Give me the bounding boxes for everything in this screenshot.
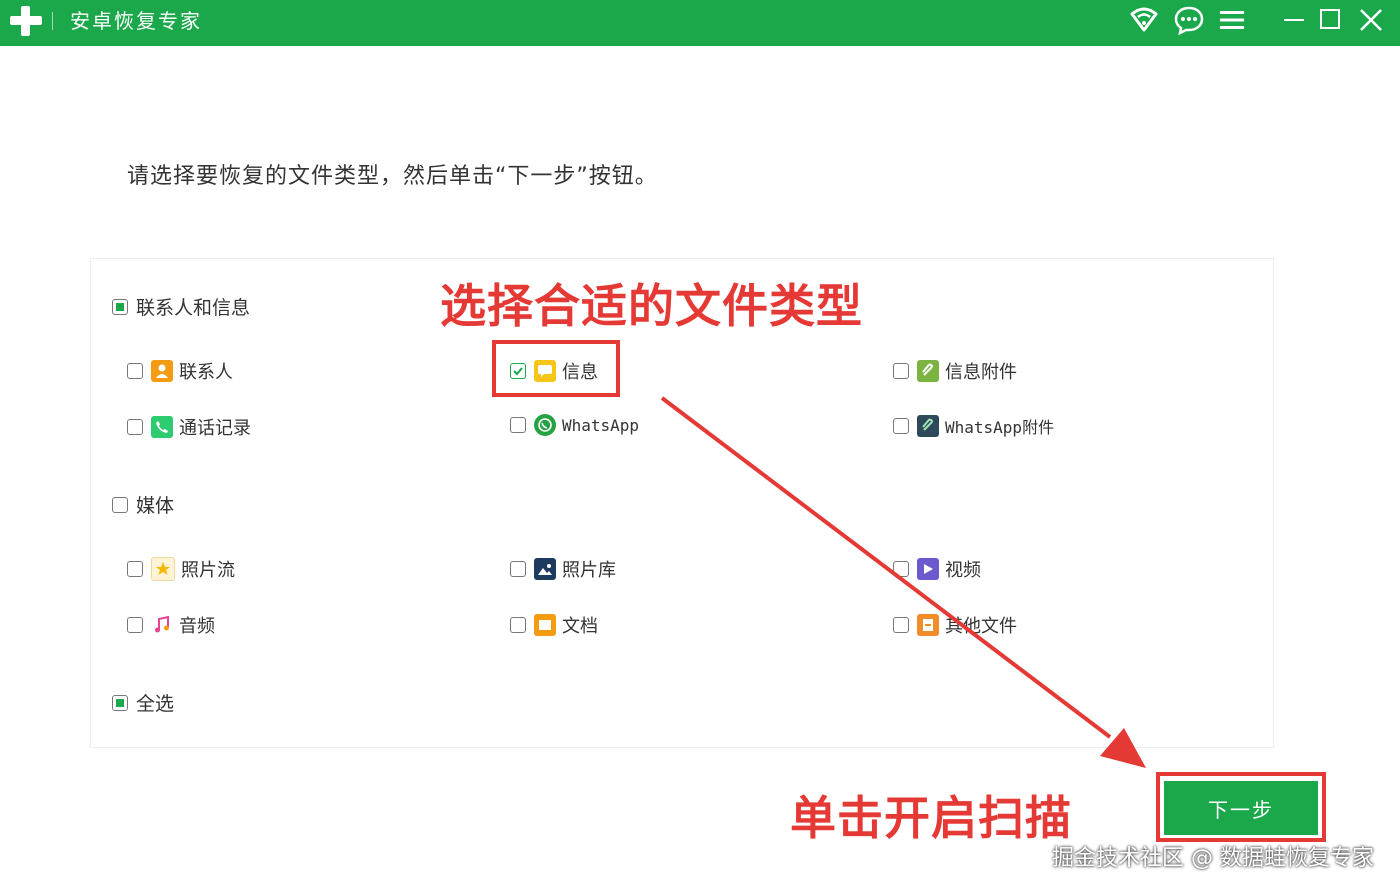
attachment-icon (917, 360, 939, 382)
app-logo-icon (8, 4, 44, 40)
message-attachments-checkbox[interactable] (893, 363, 909, 379)
title-divider (52, 12, 53, 30)
whatsapp-checkbox[interactable] (510, 417, 526, 433)
instruction-text: 请选择要恢复的文件类型，然后单击“下一步”按钮。 (127, 164, 658, 189)
close-icon[interactable] (1355, 4, 1387, 36)
item-audio[interactable]: 音频 (127, 612, 215, 638)
document-icon (534, 614, 556, 636)
maximize-icon[interactable] (1314, 4, 1346, 36)
item-message-attachments[interactable]: 信息附件 (893, 358, 1017, 384)
documents-checkbox[interactable] (510, 617, 526, 633)
call-logs-checkbox[interactable] (127, 419, 143, 435)
title-bar: 安卓恢复专家 (0, 0, 1400, 46)
file-icon (917, 614, 939, 636)
item-label: WhatsApp附件 (945, 418, 1055, 437)
star-icon (151, 557, 175, 581)
photo-stream-checkbox[interactable] (127, 561, 143, 577)
select-all[interactable]: 全选 (112, 689, 174, 716)
select-all-label: 全选 (136, 693, 175, 715)
item-label: 其他文件 (945, 616, 1017, 637)
item-other-files[interactable]: 其他文件 (893, 612, 1017, 638)
whatsapp-icon (534, 414, 556, 436)
gallery-checkbox[interactable] (510, 561, 526, 577)
item-contacts[interactable]: 联系人 (127, 358, 233, 384)
chat-icon[interactable] (1173, 4, 1205, 36)
annotation-choose-type: 选择合适的文件类型 (440, 279, 863, 333)
item-photo-stream[interactable]: 照片流 (127, 556, 235, 582)
item-label: 音频 (179, 616, 215, 637)
item-video[interactable]: 视频 (893, 556, 981, 582)
select-all-checkbox[interactable] (112, 694, 128, 711)
whatsapp-attachments-checkbox[interactable] (893, 418, 909, 434)
item-label: 照片流 (181, 560, 235, 581)
item-label: 视频 (945, 560, 981, 581)
item-whatsapp-attachments[interactable]: WhatsApp附件 (893, 414, 1054, 438)
whatsapp-attachment-icon (917, 415, 939, 437)
item-label: 通话记录 (179, 418, 251, 439)
video-checkbox[interactable] (893, 561, 909, 577)
contact-icon (151, 360, 173, 382)
annotation-click-scan: 单击开启扫描 (790, 791, 1072, 845)
item-call-logs[interactable]: 通话记录 (127, 414, 251, 440)
item-label: WhatsApp (562, 415, 640, 435)
group-contacts-messages[interactable]: 联系人和信息 (112, 293, 250, 320)
item-whatsapp[interactable]: WhatsApp (510, 414, 639, 436)
watermark-text: 掘金技术社区 @ 数据蛙恢复专家 (1052, 846, 1374, 871)
other-files-checkbox[interactable] (893, 617, 909, 633)
app-title: 安卓恢复专家 (70, 9, 202, 33)
group-media-checkbox[interactable] (112, 496, 128, 513)
group-contacts-messages-checkbox[interactable] (112, 298, 128, 315)
minimize-icon[interactable] (1278, 4, 1310, 36)
wifi-icon[interactable] (1128, 4, 1160, 36)
group-media[interactable]: 媒体 (112, 491, 174, 518)
image-icon (534, 558, 556, 580)
item-label: 文档 (562, 616, 598, 637)
item-gallery[interactable]: 照片库 (510, 556, 616, 582)
group-label: 媒体 (136, 495, 175, 517)
highlight-box-messages (492, 340, 620, 397)
menu-icon[interactable] (1216, 4, 1248, 36)
contacts-checkbox[interactable] (127, 363, 143, 379)
video-icon (917, 558, 939, 580)
item-documents[interactable]: 文档 (510, 612, 598, 638)
music-icon (151, 614, 173, 636)
item-label: 照片库 (562, 560, 616, 581)
item-label: 信息附件 (945, 362, 1017, 383)
audio-checkbox[interactable] (127, 617, 143, 633)
phone-icon (151, 416, 173, 438)
group-label: 联系人和信息 (136, 297, 251, 319)
next-button[interactable]: 下一步 (1164, 781, 1318, 835)
item-label: 联系人 (179, 362, 233, 383)
